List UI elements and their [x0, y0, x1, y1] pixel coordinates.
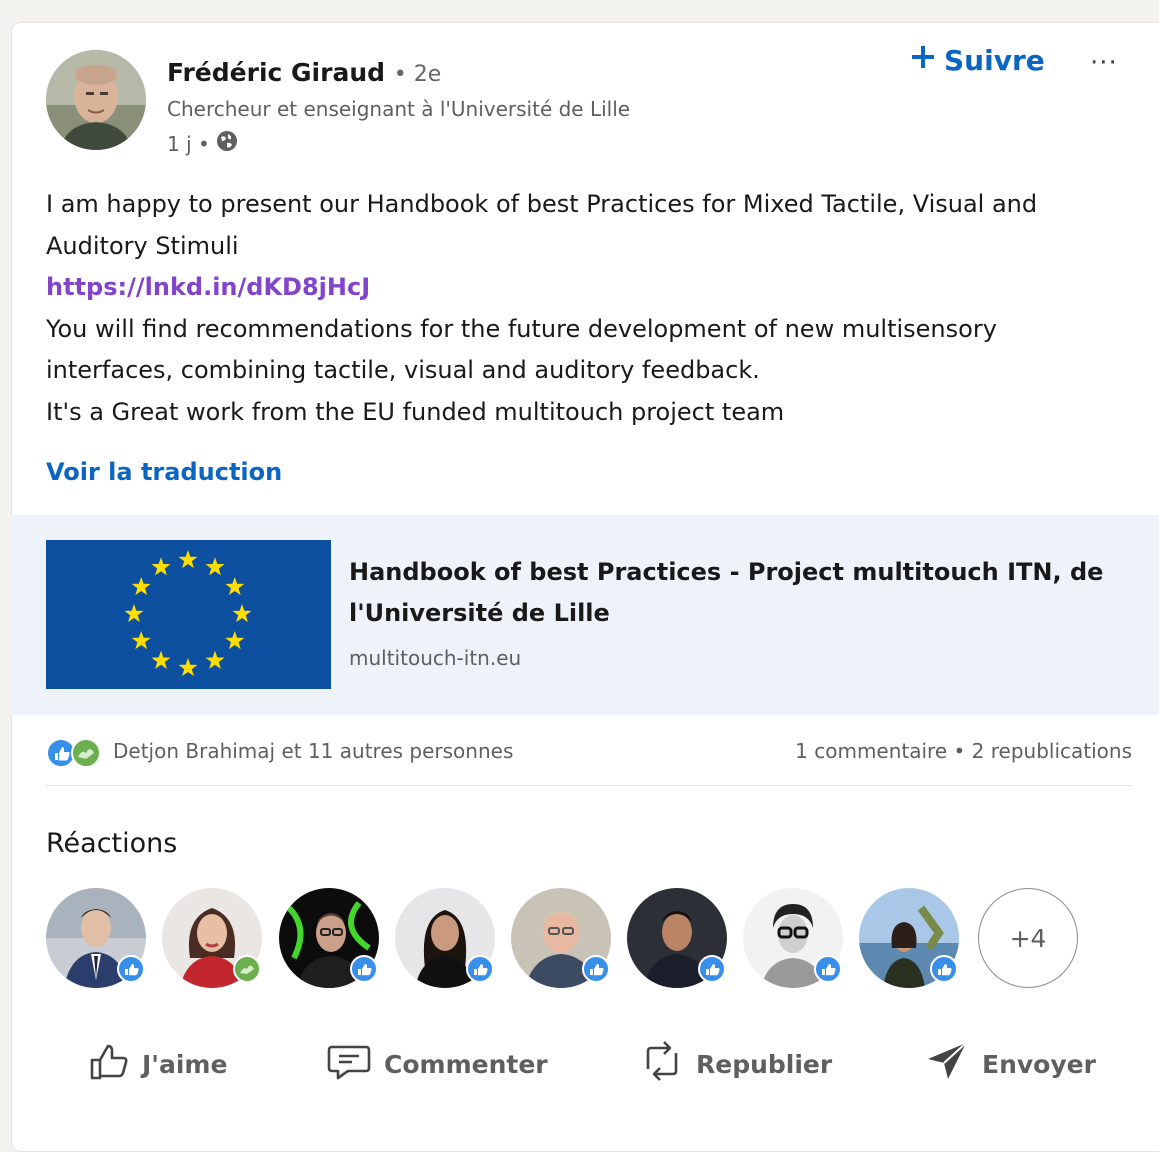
reactor-avatar[interactable]	[162, 888, 262, 988]
post-link[interactable]: https://lnkd.in/dKD8jHcJ	[46, 267, 1126, 309]
post-text-line: You will find recommendations for the fu…	[46, 314, 997, 385]
reactor-avatar[interactable]	[627, 888, 727, 988]
like-icon	[465, 954, 495, 984]
post-actions-bar: J'aime Commenter Republier Envoyer	[46, 1030, 1132, 1100]
plus-icon	[910, 44, 936, 77]
reactor-avatar[interactable]	[859, 888, 959, 988]
like-icon	[116, 954, 146, 984]
send-label: Envoyer	[982, 1049, 1096, 1079]
globe-icon	[216, 130, 238, 157]
more-reactors-button[interactable]: +4	[978, 888, 1078, 988]
connection-degree: • 2e	[393, 62, 442, 87]
like-icon	[697, 954, 727, 984]
like-icon	[581, 954, 611, 984]
comment-button[interactable]: Commenter	[326, 1030, 548, 1098]
comment-label: Commenter	[384, 1049, 548, 1079]
support-icon	[232, 954, 262, 984]
thumbs-up-icon	[88, 1040, 130, 1088]
social-counts-bar: Detjon Brahimaj et 11 autres personnes 1…	[46, 735, 1132, 786]
see-translation-link[interactable]: Voir la traduction	[46, 458, 282, 486]
post-text-line: It's a Great work from the EU funded mul…	[46, 397, 785, 426]
follow-button[interactable]: Suivre	[910, 44, 1045, 77]
post-body: I am happy to present our Handbook of be…	[46, 184, 1126, 433]
follow-label: Suivre	[944, 44, 1045, 77]
reactions-summary[interactable]: Detjon Brahimaj et 11 autres personnes	[113, 739, 513, 763]
like-icon	[929, 954, 959, 984]
author-headline: Chercheur et enseignant à l'Université d…	[167, 97, 631, 121]
reactor-avatar[interactable]	[395, 888, 495, 988]
repost-button[interactable]: Republier	[640, 1030, 832, 1098]
reactor-avatar[interactable]	[279, 888, 379, 988]
comments-reposts-count[interactable]: 1 commentaire • 2 republications	[795, 739, 1132, 763]
repost-label: Republier	[696, 1049, 833, 1079]
like-button[interactable]: J'aime	[88, 1030, 227, 1098]
send-button[interactable]: Envoyer	[926, 1030, 1096, 1098]
link-preview-title[interactable]: Handbook of best Practices - Project mul…	[349, 552, 1139, 634]
post-time: 1 j •	[167, 130, 238, 157]
author-name-line[interactable]: Frédéric Giraud • 2e	[167, 58, 441, 87]
reactions-heading: Réactions	[46, 828, 178, 859]
more-options-icon[interactable]: ···	[1090, 48, 1118, 78]
post-age: 1 j •	[167, 131, 210, 156]
like-label: J'aime	[142, 1049, 228, 1079]
post-text-line: I am happy to present our Handbook of be…	[46, 190, 1038, 260]
author-name[interactable]: Frédéric Giraud	[167, 58, 385, 87]
like-icon	[813, 954, 843, 984]
reactor-avatar[interactable]	[511, 888, 611, 988]
eu-flag-image	[46, 540, 331, 689]
reactor-avatar[interactable]	[46, 888, 146, 988]
author-avatar[interactable]	[46, 50, 146, 150]
comment-icon	[326, 1041, 372, 1087]
support-icon	[70, 737, 102, 773]
repost-icon	[640, 1039, 684, 1089]
reactor-avatar[interactable]	[743, 888, 843, 988]
link-preview-card[interactable]: Handbook of best Practices - Project mul…	[11, 515, 1159, 715]
link-preview-domain: multitouch-itn.eu	[349, 646, 522, 670]
reaction-icons[interactable]	[46, 737, 102, 773]
like-icon	[349, 954, 379, 984]
send-icon	[926, 1039, 970, 1089]
